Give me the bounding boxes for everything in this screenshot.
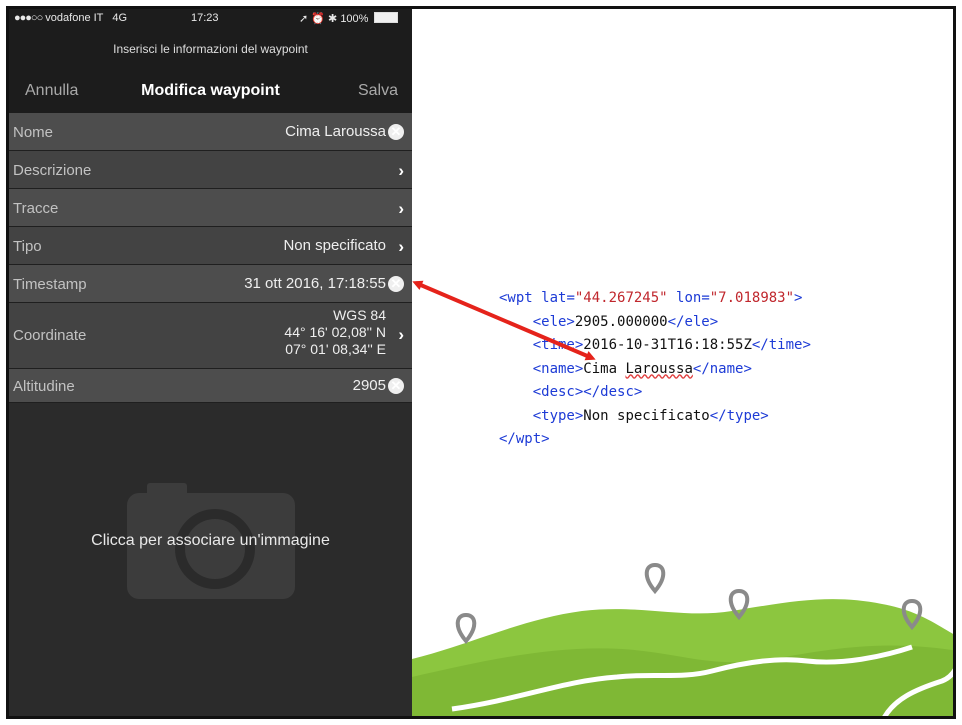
status-time: 17:23 <box>191 12 219 24</box>
status-bar: ●●●○○ vodafone IT 4G 17:23 ➚ ⏰ ✱ 100% <box>9 9 412 27</box>
screenshot-frame: ●●●○○ vodafone IT 4G 17:23 ➚ ⏰ ✱ 100% In… <box>6 6 956 719</box>
xml-value: "7.018983" <box>709 290 795 306</box>
xml-line-ele: <ele>2905.000000</ele> <box>499 311 811 335</box>
xml-line-wpt-open: <wpt lat="44.267245" lon="7.018983"> <box>499 287 811 311</box>
timestamp-value[interactable]: 31 ott 2016, 17:18:55 <box>244 275 386 292</box>
phone-screen: ●●●○○ vodafone IT 4G 17:23 ➚ ⏰ ✱ 100% In… <box>9 9 412 716</box>
clear-icon[interactable]: ✕ <box>388 124 404 140</box>
navigation-bar: Inserisci le informazioni del waypoint A… <box>9 27 412 113</box>
xml-tag: <type> <box>532 407 584 424</box>
row-label: Coordinate <box>13 327 87 344</box>
coordinates-value: WGS 84 44° 16' 02,08'' N 07° 01' 08,34''… <box>284 307 386 358</box>
network-type: 4G <box>112 12 128 24</box>
page-title: Modifica waypoint <box>141 82 280 99</box>
map-pin-icon <box>644 562 666 595</box>
map-pin-icon <box>455 612 477 645</box>
row-description[interactable]: Descrizione › <box>9 151 412 189</box>
row-label: Tracce <box>13 200 59 217</box>
name-field[interactable]: Cima Laroussa <box>285 123 386 140</box>
save-button[interactable]: Salva <box>358 82 398 100</box>
status-indicators: ➚ ⏰ ✱ 100% <box>299 12 398 25</box>
xml-line-desc: <desc></desc> <box>499 381 811 405</box>
xml-tag: </wpt> <box>499 431 550 447</box>
signal-icon: ●●●○○ <box>14 12 43 24</box>
altitude-field[interactable]: 2905 <box>353 377 386 394</box>
xml-tag: </type> <box>709 407 769 424</box>
battery-icon <box>373 12 398 23</box>
coordinate-longitude: 07° 01' 08,34'' E <box>285 341 386 357</box>
xml-tag: <ele> <box>532 313 575 330</box>
location-alarm-bluetooth-icons: ➚ ⏰ ✱ <box>299 13 338 25</box>
chevron-right-icon: › <box>398 325 404 344</box>
xml-line-time: <time>2016-10-31T16:18:55Z</time> <box>499 334 811 358</box>
xml-line-type: <type>Non specificato</type> <box>499 405 811 429</box>
nav-prompt: Inserisci le informazioni del waypoint <box>113 42 308 56</box>
xml-line-name: <name>Cima Laroussa</name> <box>499 358 811 382</box>
row-name[interactable]: Nome Cima Laroussa ✕ <box>9 113 412 151</box>
row-label: Timestamp <box>13 276 87 293</box>
xml-text: 2016-10-31T16:18:55Z <box>583 337 752 353</box>
xml-tag: > <box>794 290 803 306</box>
xml-text: Cima <box>583 360 626 377</box>
xml-line-wpt-close: </wpt> <box>499 428 811 452</box>
battery-percent: 100% <box>340 13 369 25</box>
row-label: Descrizione <box>13 162 92 179</box>
image-prompt: Clicca per associare un'immagine <box>91 532 330 549</box>
row-timestamp[interactable]: Timestamp 31 ott 2016, 17:18:55 ✕ <box>9 265 412 303</box>
xml-attr: lon= <box>676 290 710 306</box>
chevron-right-icon: › <box>398 237 404 256</box>
type-value: Non specificato <box>283 237 386 254</box>
row-coordinates[interactable]: Coordinate WGS 84 44° 16' 02,08'' N 07° … <box>9 303 412 369</box>
xml-text: Laroussa <box>625 360 693 377</box>
row-type[interactable]: Tipo Non specificato › <box>9 227 412 265</box>
xml-value: "44.267245" <box>574 290 668 306</box>
row-label: Nome <box>13 124 54 141</box>
row-label: Tipo <box>13 238 42 255</box>
coordinate-datum: WGS 84 <box>333 307 386 323</box>
xml-text: Non specificato <box>583 407 710 424</box>
gpx-xml-snippet: <wpt lat="44.267245" lon="7.018983"> <el… <box>499 287 811 452</box>
row-label: Altitudine <box>13 378 75 395</box>
xml-tag: <time> <box>532 337 584 353</box>
xml-tag: </name> <box>692 360 752 377</box>
chevron-right-icon: › <box>398 161 404 180</box>
xml-tag: <desc> <box>532 384 584 400</box>
xml-attr: lat= <box>541 290 575 306</box>
row-altitude[interactable]: Altitudine 2905 ✕ <box>9 369 412 403</box>
chevron-right-icon: › <box>398 199 404 218</box>
xml-text: 2905.000000 <box>574 313 668 330</box>
xml-tag: </ele> <box>667 313 719 330</box>
xml-tag: </desc> <box>583 384 643 400</box>
image-picker-area[interactable]: Clicca per associare un'immagine <box>9 403 412 716</box>
xml-tag: <name> <box>532 360 584 377</box>
coordinate-latitude: 44° 16' 02,08'' N <box>284 324 386 340</box>
carrier-name: vodafone IT <box>45 12 104 24</box>
landscape-illustration <box>412 562 953 716</box>
clear-icon[interactable]: ✕ <box>388 276 404 292</box>
xml-tag: </time> <box>751 337 811 353</box>
xml-tag: <wpt <box>499 290 533 306</box>
clear-icon[interactable]: ✕ <box>388 378 404 394</box>
row-tracks[interactable]: Tracce › <box>9 189 412 227</box>
status-carrier: ●●●○○ vodafone IT 4G <box>14 12 127 24</box>
